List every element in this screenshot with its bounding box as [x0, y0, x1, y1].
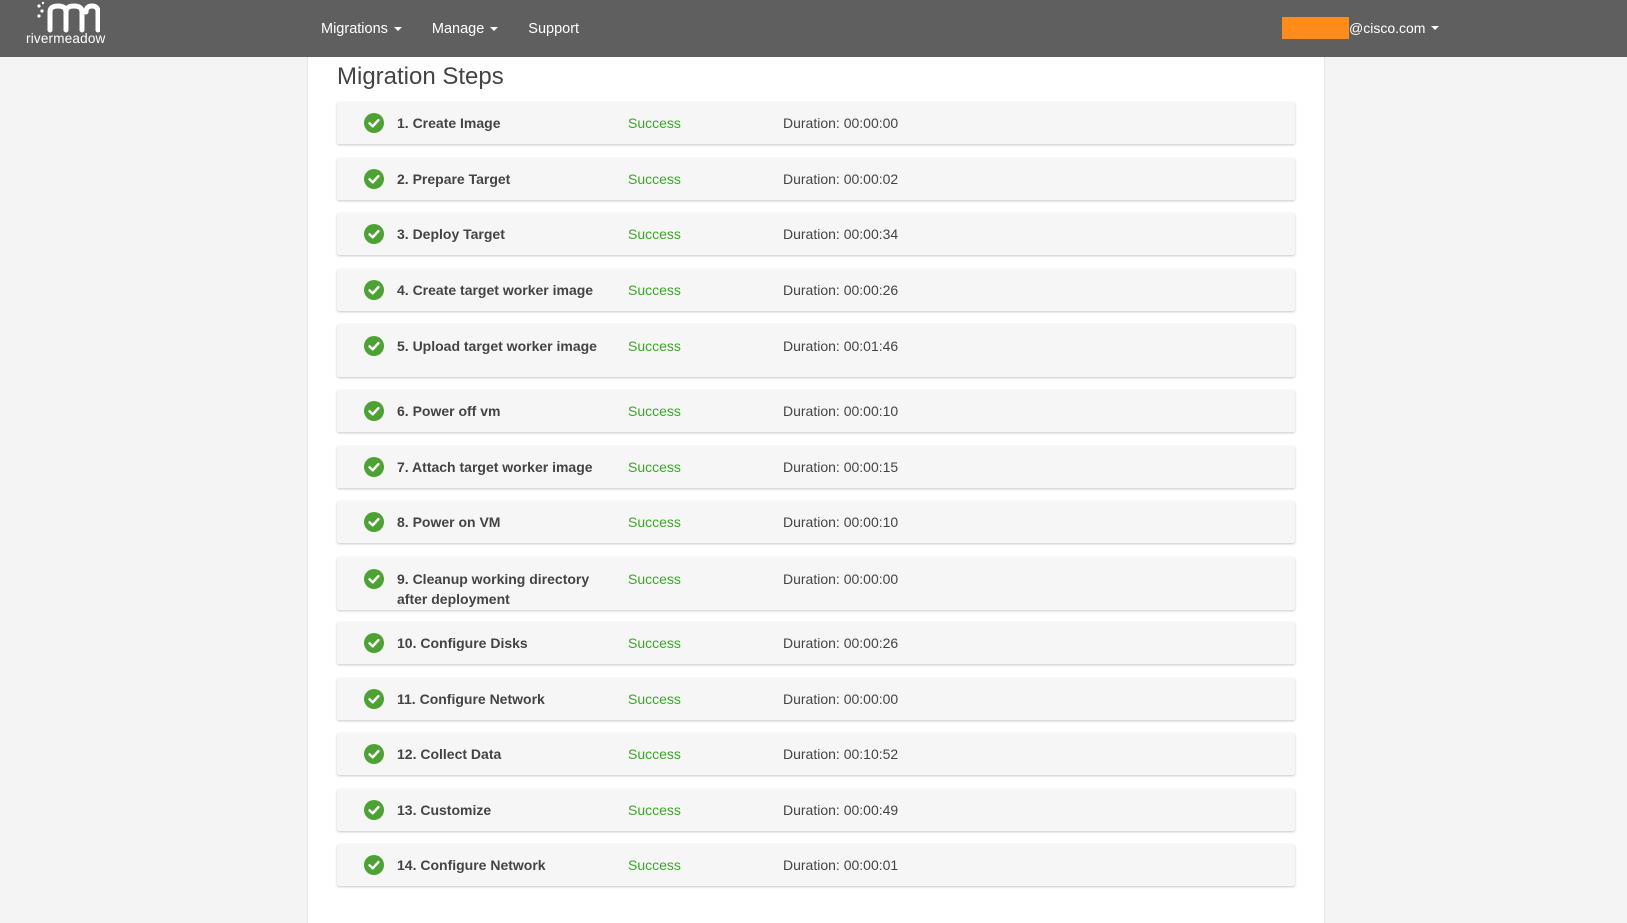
step-name: 12. Collect Data — [397, 746, 502, 762]
step-row[interactable]: 2. Prepare Target Success Duration: 00:00:… — [337, 158, 1295, 200]
step-name: 1. Create Image — [397, 115, 501, 131]
step-status: Success — [628, 746, 681, 762]
step-row[interactable]: 8. Power on VM Success Duration: 00:00:10 — [337, 501, 1295, 543]
check-circle-icon — [364, 401, 384, 421]
main-nav: Migrations Manage Support — [321, 0, 609, 57]
step-name: 7. Attach target worker image — [397, 459, 593, 475]
step-row[interactable]: 4. Create target worker image Success Dura… — [337, 269, 1295, 311]
check-circle-icon — [364, 113, 384, 133]
step-status: Success — [628, 802, 681, 818]
step-name: 9. Cleanup working directory after deplo… — [397, 571, 590, 607]
step-status: Success — [628, 514, 681, 530]
step-name: 13. Customize — [397, 802, 492, 818]
user-email-label: @cisco.com — [1349, 20, 1426, 36]
step-row[interactable]: 3. Deploy Target Success Duration: 00:00:3… — [337, 213, 1295, 255]
step-row[interactable]: 13. Customize Success Duration: 00:00:49 — [337, 789, 1295, 831]
step-row[interactable]: 6. Power off vm Success Duration: 00:00:10 — [337, 390, 1295, 432]
step-status: Success — [628, 857, 681, 873]
step-status: Success — [628, 338, 681, 354]
check-circle-icon — [364, 336, 384, 356]
step-duration: Duration: 00:00:34 — [783, 226, 899, 242]
step-status: Success — [628, 571, 681, 587]
check-circle-icon — [364, 569, 384, 589]
step-row[interactable]: 7. Attach target worker image Success Dura… — [337, 446, 1295, 488]
step-row[interactable]: 9. Cleanup working directory after deplo… — [337, 557, 1295, 610]
logo-text: rivermeadow — [26, 31, 106, 46]
check-circle-icon — [364, 744, 384, 764]
step-row[interactable]: 1. Create Image Success Duration: 00:00:00 — [337, 102, 1295, 144]
check-circle-icon — [364, 800, 384, 820]
step-status: Success — [628, 403, 681, 419]
nav-support-label: Support — [528, 20, 580, 37]
step-name: 10. Configure Disks — [397, 635, 528, 651]
nav-manage-label: Manage — [431, 20, 485, 37]
step-duration: Duration: 00:00:01 — [783, 857, 899, 873]
step-duration: Duration: 00:00:15 — [783, 459, 899, 475]
check-circle-icon — [364, 224, 384, 244]
step-status: Success — [628, 691, 681, 707]
step-row[interactable]: 11. Configure Network Success Duration: 00… — [337, 678, 1295, 720]
step-name: 3. Deploy Target — [397, 226, 505, 242]
step-duration: Duration: 00:00:02 — [783, 171, 899, 187]
step-duration: Duration: 00:00:00 — [783, 571, 899, 587]
caret-down-icon — [393, 26, 402, 31]
step-duration: Duration: 00:00:10 — [783, 514, 899, 530]
step-status: Success — [628, 171, 681, 187]
step-name: 5. Upload target worker image — [397, 338, 597, 354]
step-name: 11. Configure Network — [397, 691, 545, 707]
nav-migrations-label: Migrations — [321, 20, 388, 37]
rivermeadow-logo-mark-icon — [37, 1, 100, 33]
step-duration: Duration: 00:10:52 — [783, 746, 899, 762]
top-navbar: rivermeadow Migrations Manage Support @c… — [0, 0, 1627, 57]
step-status: Success — [628, 282, 681, 298]
check-circle-icon — [364, 855, 384, 875]
step-duration: Duration: 00:00:26 — [783, 282, 899, 298]
nav-migrations[interactable]: Migrations — [321, 21, 402, 37]
caret-down-icon — [490, 26, 499, 31]
step-row[interactable]: 5. Upload target worker image Success Dura… — [337, 324, 1295, 377]
check-circle-icon — [364, 512, 384, 532]
check-circle-icon — [364, 169, 384, 189]
check-circle-icon — [364, 689, 384, 709]
nav-support[interactable]: Support — [528, 21, 579, 37]
redacted-username — [1282, 17, 1349, 39]
check-circle-icon — [364, 633, 384, 653]
caret-down-icon — [1431, 26, 1440, 30]
rivermeadow-logo[interactable]: rivermeadow — [26, 0, 126, 57]
check-circle-icon — [364, 280, 384, 300]
check-circle-icon — [364, 457, 384, 477]
nav-manage[interactable]: Manage — [431, 20, 499, 37]
step-duration: Duration: 00:00:26 — [783, 635, 899, 651]
step-status: Success — [628, 635, 681, 651]
step-duration: Duration: 00:01:46 — [783, 338, 899, 354]
step-status: Success — [628, 115, 681, 131]
user-menu[interactable]: @cisco.com — [1282, 16, 1440, 40]
step-name: 4. Create target worker image — [397, 282, 594, 298]
step-duration: Duration: 00:00:00 — [783, 115, 899, 131]
step-row[interactable]: 14. Configure Network Success Duration: 00… — [337, 844, 1295, 886]
step-duration: Duration: 00:00:00 — [783, 691, 899, 707]
step-status: Success — [628, 226, 681, 242]
step-row[interactable]: 10. Configure Disks Success Duration: 00:0… — [337, 622, 1295, 664]
step-duration: Duration: 00:00:49 — [783, 802, 899, 818]
step-name: 2. Prepare Target — [397, 171, 511, 187]
page-title: Migration Steps — [337, 63, 504, 90]
step-name: 8. Power on VM — [397, 514, 501, 530]
main-content: Migration Steps 1. Create Image Success Du… — [307, 57, 1325, 923]
step-status: Success — [628, 459, 681, 475]
step-row[interactable]: 12. Collect Data Success Duration: 00:10:5… — [337, 733, 1295, 775]
step-duration: Duration: 00:00:10 — [783, 403, 899, 419]
step-name: 14. Configure Network — [397, 857, 546, 873]
step-name: 6. Power off vm — [397, 403, 501, 419]
